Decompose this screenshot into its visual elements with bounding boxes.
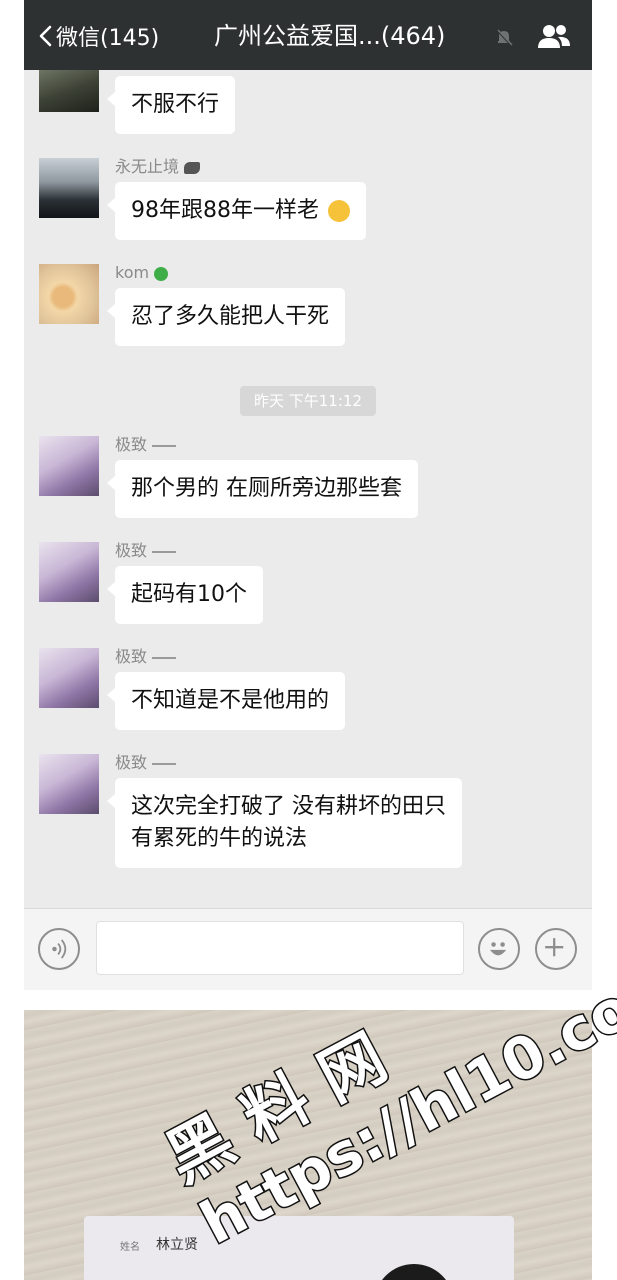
group-members-icon[interactable]	[536, 22, 572, 52]
message-bubble[interactable]: 起码有10个	[107, 566, 263, 624]
top-bar: 微信(145) 广州公益爱国...(464)	[24, 0, 592, 70]
wave-emoji-icon	[152, 444, 177, 447]
message-bubble[interactable]: 不服不行	[106, 76, 236, 134]
message-line: 有累死的牛的说法	[131, 826, 308, 851]
wave-emoji-icon	[152, 656, 177, 659]
avatar[interactable]	[39, 158, 99, 218]
chat-title: 广州公益爱国...(464)	[214, 22, 446, 50]
message-input[interactable]	[96, 921, 464, 975]
card-portrait	[374, 1264, 454, 1280]
sender-name: 永无止境	[115, 156, 201, 178]
clover-emoji-icon	[154, 266, 169, 281]
sender-name: 极致	[115, 540, 177, 562]
message-bubble[interactable]: 这次完全打破了 没有耕坏的田只 有累死的牛的说法	[107, 778, 462, 868]
chevron-left-icon	[39, 25, 52, 47]
wave-emoji-icon	[152, 550, 177, 553]
photo-of-id-card: 姓名 林立贤	[24, 1010, 592, 1280]
avatar[interactable]	[39, 542, 99, 602]
avatar[interactable]	[39, 264, 99, 324]
avatar[interactable]	[39, 436, 99, 496]
input-bar	[24, 908, 592, 990]
sender-name: 极致	[115, 646, 177, 668]
mute-bell-icon	[496, 29, 513, 46]
id-card: 姓名 林立贤	[84, 1216, 514, 1280]
message-bubble[interactable]: 忍了多久能把人干死	[106, 288, 346, 346]
avatar[interactable]	[39, 70, 99, 112]
back-label: 微信(145)	[56, 26, 160, 51]
timestamp: 昨天 下午11:12	[240, 386, 376, 416]
chat-screen: 微信(145) 广州公益爱国...(464) 不服不行 永无止境 98年跟88年…	[24, 0, 592, 990]
avatar[interactable]	[39, 754, 99, 814]
sender-name: 极致	[115, 434, 177, 456]
card-name: 林立贤	[156, 1237, 198, 1253]
laughing-emoji-icon	[328, 200, 350, 222]
back-button[interactable]: 微信(145)	[38, 18, 159, 54]
message-bubble[interactable]: 那个男的 在厕所旁边那些套	[107, 460, 418, 518]
message-bubble[interactable]: 98年跟88年一样老	[107, 182, 366, 240]
emoji-icon[interactable]	[478, 928, 520, 970]
avatar[interactable]	[39, 648, 99, 708]
wave-emoji-icon	[152, 762, 177, 765]
message-bubble[interactable]: 不知道是不是他用的	[106, 672, 346, 730]
horse-emoji-icon	[184, 161, 201, 174]
sender-name: 极致	[115, 752, 177, 774]
sender-name: kom	[115, 262, 169, 284]
message-line: 这次完全打破了 没有耕坏的田只	[131, 794, 446, 819]
card-field-label: 姓名	[120, 1242, 140, 1253]
plus-icon[interactable]	[535, 928, 577, 970]
voice-icon[interactable]	[38, 928, 80, 970]
